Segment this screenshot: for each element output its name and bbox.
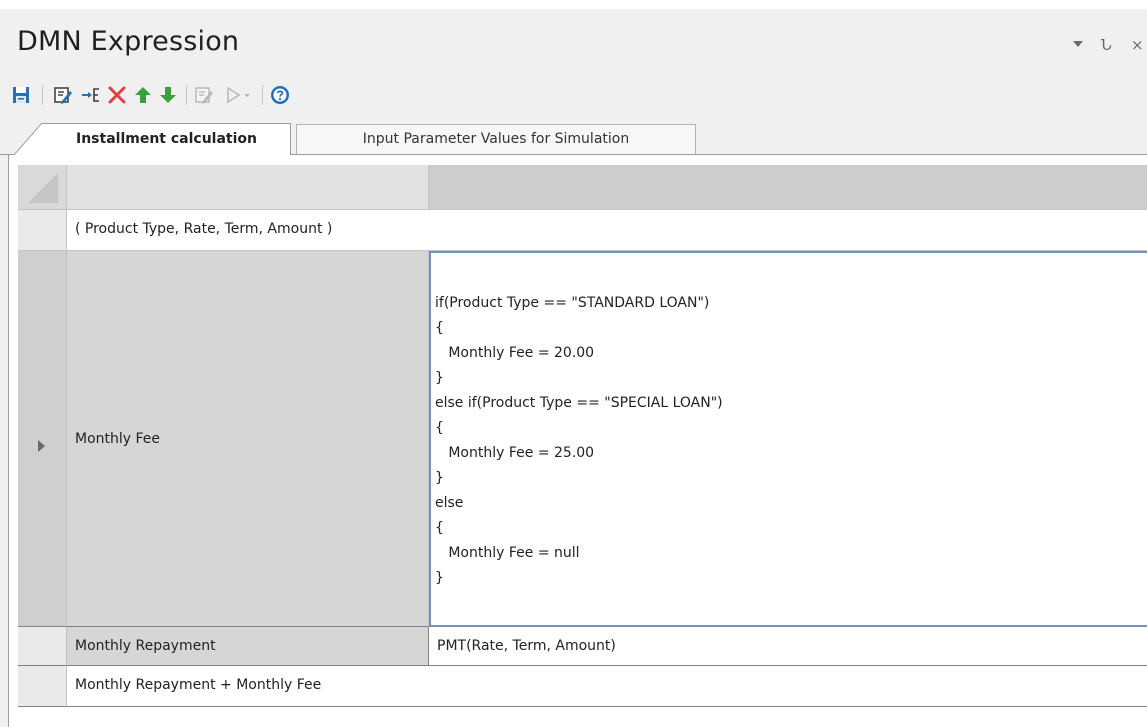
code-line: } <box>435 570 444 586</box>
toolbar-separator <box>262 85 263 105</box>
column-header-expression[interactable] <box>429 165 1147 210</box>
code-line: } <box>435 370 444 386</box>
code-line: else <box>435 495 464 511</box>
code-line: { <box>435 420 444 436</box>
parameters-row[interactable]: ( Product Type, Rate, Term, Amount ) <box>67 210 1147 251</box>
close-icon[interactable]: × <box>1131 36 1144 54</box>
toolbar-separator <box>186 85 187 105</box>
tab-edge <box>14 123 54 155</box>
code-line: } <box>435 470 444 486</box>
window-title: DMN Expression <box>17 26 240 57</box>
delete-icon[interactable] <box>106 84 128 106</box>
expression-cell[interactable]: PMT(Rate, Term, Amount) <box>429 627 1147 666</box>
toolbar <box>0 79 1147 113</box>
code-line: Monthly Fee = null <box>435 545 580 561</box>
result-row[interactable]: Monthly Repayment + Monthly Fee <box>67 666 1147 707</box>
save-icon[interactable] <box>10 84 32 106</box>
dropdown-arrow-icon[interactable] <box>1071 36 1085 50</box>
title-bar: DMN Expression Ն × <box>0 9 1147 75</box>
run-dropdown-icon[interactable] <box>241 84 253 106</box>
toolbar-separator <box>42 85 43 105</box>
row-name-cell[interactable]: Monthly Fee <box>67 251 429 627</box>
move-down-icon[interactable] <box>157 84 179 106</box>
code-line: if(Product Type == "STANDARD LOAN") <box>435 295 710 311</box>
insert-icon[interactable] <box>80 84 102 106</box>
row-selector[interactable] <box>18 210 67 251</box>
pin-icon[interactable]: Ն <box>1101 36 1112 54</box>
code-line: { <box>435 320 444 336</box>
current-row-arrow-icon <box>38 440 45 452</box>
code-line: else if(Product Type == "SPECIAL LOAN") <box>435 395 723 411</box>
expression-cell-selected[interactable]: if(Product Type == "STANDARD LOAN") { Mo… <box>429 251 1147 627</box>
column-header-name[interactable] <box>67 165 429 210</box>
top-strip <box>0 0 1147 9</box>
tab-strip: Installment calculation Input Parameter … <box>0 123 1147 155</box>
tab-installment-calculation[interactable]: Installment calculation <box>42 123 291 155</box>
code-line: { <box>435 520 444 536</box>
row-selector-current[interactable] <box>18 251 67 627</box>
edit-icon[interactable] <box>52 84 74 106</box>
row-name-monthly-fee: Monthly Fee <box>75 430 161 447</box>
dmn-expression-panel: DMN Expression Ն × Installment calculati… <box>0 9 1147 727</box>
row-selector[interactable] <box>18 666 67 707</box>
code-line: Monthly Fee = 20.00 <box>435 345 595 361</box>
row-selector[interactable] <box>18 627 67 666</box>
expression-code: if(Product Type == "STANDARD LOAN") { Mo… <box>435 291 723 591</box>
expression-grid: ( Product Type, Rate, Term, Amount ) Mon… <box>8 155 1147 727</box>
validate-icon[interactable] <box>193 84 215 106</box>
tab-input-parameter-values[interactable]: Input Parameter Values for Simulation <box>296 124 696 154</box>
row-name-monthly-repayment[interactable]: Monthly Repayment <box>67 627 429 666</box>
grid-corner-cell[interactable] <box>18 165 67 210</box>
help-icon[interactable] <box>269 84 291 106</box>
move-up-icon[interactable] <box>132 84 154 106</box>
code-line: Monthly Fee = 25.00 <box>435 445 595 461</box>
